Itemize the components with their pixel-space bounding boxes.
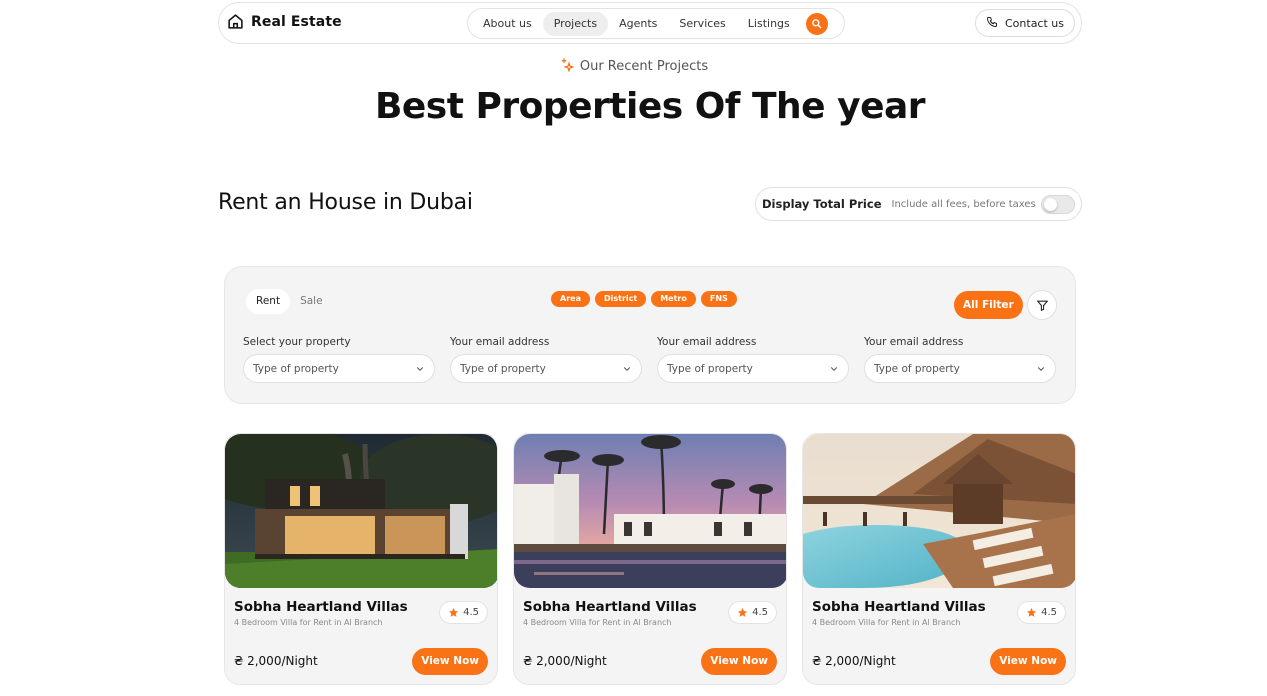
- display-total-price-control: Display Total Price Include all fees, be…: [755, 187, 1082, 221]
- chevron-down-icon: [1037, 366, 1045, 371]
- property-type-field-2: Your email address Type of property: [450, 336, 642, 383]
- select-value: Type of property: [460, 362, 546, 375]
- listing-card[interactable]: Sobha Heartland Villas 4 Bedroom Villa f…: [802, 433, 1076, 685]
- listing-title: Sobha Heartland Villas: [523, 599, 697, 615]
- nav-item-agents[interactable]: Agents: [608, 12, 668, 36]
- tab-sale[interactable]: Sale: [290, 289, 332, 314]
- nav-item-services[interactable]: Services: [668, 12, 736, 36]
- listing-title: Sobha Heartland Villas: [234, 599, 408, 615]
- chip-area[interactable]: Area: [551, 291, 590, 307]
- filter-settings-button[interactable]: [1027, 290, 1057, 320]
- nav-item-listings[interactable]: Listings: [737, 12, 801, 36]
- listing-subtitle: 4 Bedroom Villa for Rent in Al Branch: [234, 618, 383, 627]
- select-value: Type of property: [667, 362, 753, 375]
- property-type-select[interactable]: Type of property: [450, 354, 642, 383]
- property-type-field-1: Select your property Type of property: [243, 336, 435, 383]
- chevron-down-icon: [416, 366, 424, 371]
- listing-card[interactable]: Sobha Heartland Villas 4 Bedroom Villa f…: [513, 433, 787, 685]
- brand[interactable]: Real Estate: [227, 13, 342, 30]
- section-eyebrow: Our Recent Projects: [0, 57, 1267, 76]
- listing-title: Sobha Heartland Villas: [812, 599, 986, 615]
- listing-photo[interactable]: [514, 434, 786, 588]
- chip-fns[interactable]: FNS: [700, 291, 737, 307]
- property-type-select[interactable]: Type of property: [864, 354, 1056, 383]
- filter-chips: Area District Metro FNS: [551, 291, 737, 307]
- rating-value: 4.5: [752, 607, 768, 618]
- all-filter-button[interactable]: All Filter: [954, 291, 1023, 319]
- listing-subtitle: 4 Bedroom Villa for Rent in Al Branch: [812, 618, 961, 627]
- property-type-select[interactable]: Type of property: [243, 354, 435, 383]
- star-icon: [738, 607, 748, 617]
- field-label: Your email address: [657, 336, 757, 348]
- listing-card[interactable]: Sobha Heartland Villas 4 Bedroom Villa f…: [224, 433, 498, 685]
- field-label: Your email address: [864, 336, 964, 348]
- filter-panel: Rent Sale Area District Metro FNS All Fi…: [224, 266, 1076, 404]
- nav-item-projects[interactable]: Projects: [542, 11, 609, 36]
- funnel-icon: [1036, 300, 1048, 311]
- toggle-knob: [1044, 197, 1057, 211]
- rating-badge: 4.5: [439, 601, 488, 624]
- total-price-toggle[interactable]: [1041, 194, 1075, 214]
- sparkle-icon: [559, 57, 575, 76]
- listing-mode-tabs: Rent Sale: [246, 289, 333, 314]
- rating-value: 4.5: [1041, 607, 1057, 618]
- chevron-down-icon: [623, 366, 631, 371]
- rating-badge: 4.5: [1017, 601, 1066, 624]
- listing-price: ₴ 2,000/Night: [812, 654, 896, 668]
- listing-price: ₴ 2,000/Night: [234, 654, 318, 668]
- chip-metro[interactable]: Metro: [651, 291, 696, 307]
- star-icon: [449, 607, 459, 617]
- contact-us-label: Contact us: [1005, 16, 1064, 30]
- brand-name: Real Estate: [251, 13, 342, 30]
- listing-price: ₴ 2,000/Night: [523, 654, 607, 668]
- view-now-button[interactable]: View Now: [412, 648, 488, 675]
- rating-badge: 4.5: [728, 601, 777, 624]
- total-price-label: Display Total Price: [762, 197, 882, 211]
- home-icon: [227, 13, 244, 30]
- main-menu: About us Projects Agents Services Listin…: [467, 8, 845, 39]
- page-title: Best Properties Of The year: [374, 86, 926, 127]
- view-now-button[interactable]: View Now: [701, 648, 777, 675]
- view-now-button[interactable]: View Now: [990, 648, 1066, 675]
- tab-rent[interactable]: Rent: [246, 289, 291, 314]
- field-label: Select your property: [243, 336, 351, 348]
- section-title: Rent an House in Dubai: [218, 190, 473, 215]
- property-type-field-4: Your email address Type of property: [864, 336, 1056, 383]
- select-value: Type of property: [253, 362, 339, 375]
- chevron-down-icon: [830, 366, 838, 371]
- nav-item-about-us[interactable]: About us: [472, 12, 543, 36]
- property-type-select[interactable]: Type of property: [657, 354, 849, 383]
- search-icon: [812, 19, 822, 29]
- star-icon: [1027, 607, 1037, 617]
- select-value: Type of property: [874, 362, 960, 375]
- listing-photo[interactable]: [225, 434, 497, 588]
- total-price-sublabel: Include all fees, before taxes: [891, 198, 1036, 210]
- property-type-field-3: Your email address Type of property: [657, 336, 849, 383]
- listing-photo[interactable]: [803, 434, 1075, 588]
- phone-icon: [986, 16, 998, 31]
- top-navbar: Real Estate About us Projects Agents Ser…: [218, 2, 1082, 44]
- contact-us-button[interactable]: Contact us: [975, 9, 1075, 37]
- chip-district[interactable]: District: [594, 291, 647, 307]
- eyebrow-text: Our Recent Projects: [579, 59, 709, 74]
- listing-subtitle: 4 Bedroom Villa for Rent in Al Branch: [523, 618, 672, 627]
- field-label: Your email address: [450, 336, 550, 348]
- search-button[interactable]: [805, 12, 828, 35]
- rating-value: 4.5: [463, 607, 479, 618]
